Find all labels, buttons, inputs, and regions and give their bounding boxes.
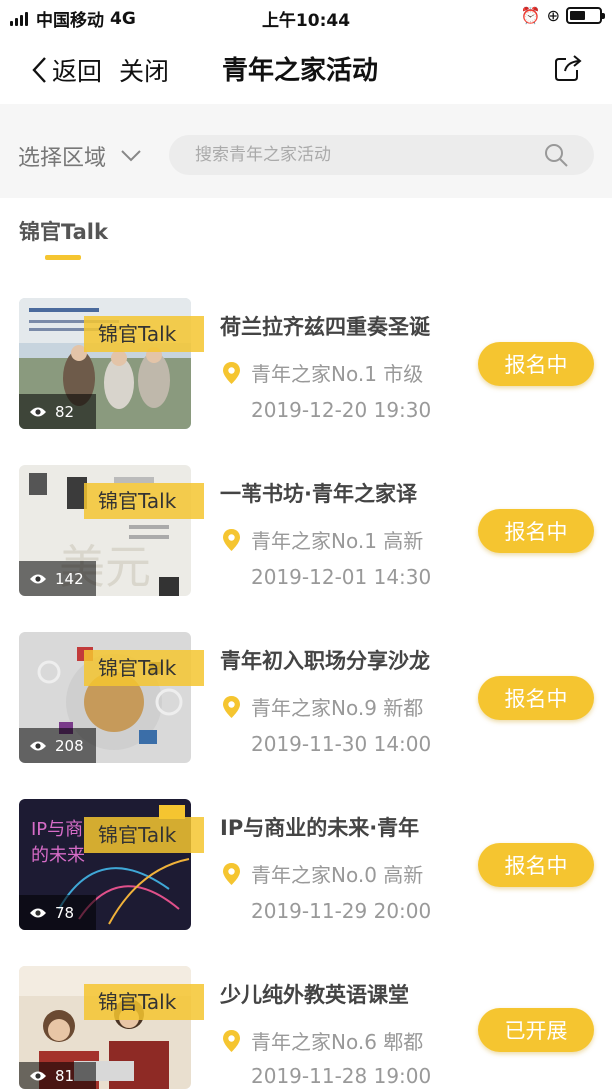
category-tag: 锦官Talk [84, 483, 204, 519]
location-pin-icon [223, 528, 240, 551]
category-tag: 锦官Talk [84, 650, 204, 686]
back-label: 返回 [52, 57, 103, 86]
activity-item[interactable]: 锦官Talk 208 青年初入职场分享沙龙 青年之家No.9 新都 2019-1… [0, 632, 612, 766]
activity-location: 青年之家No.1 市级 [222, 358, 423, 387]
category-tag: 锦官Talk [84, 984, 204, 1020]
search-input[interactable] [169, 135, 594, 175]
view-count-value: 208 [55, 736, 84, 755]
location-label: 青年之家No.6 郫都 [251, 1030, 424, 1054]
svg-text:的未来: 的未来 [31, 845, 85, 866]
activity-title: IP与商业的未来·青年 [220, 816, 420, 840]
search-icon[interactable] [544, 143, 568, 167]
activity-item[interactable]: 锦官Talk 82 荷兰拉齐兹四重奏圣诞 青年之家No.1 市级 2019-12… [0, 298, 612, 432]
tab-underline [45, 255, 81, 260]
activity-item[interactable]: 锦官Talk 81 少儿纯外教英语课堂 青年之家No.6 郫都 2019-11-… [0, 966, 612, 1089]
location-pin-icon [223, 361, 240, 384]
status-right: ⏰ ⊕ [520, 6, 605, 25]
location-pin-icon [223, 695, 240, 718]
view-count: 78 [19, 895, 96, 930]
share-button[interactable] [553, 53, 583, 87]
battery-icon [566, 7, 605, 24]
activity-title: 少儿纯外教英语课堂 [220, 983, 409, 1007]
tab-jinguan-talk[interactable]: 锦官Talk [19, 216, 108, 246]
activity-location: 青年之家No.0 高新 [222, 859, 423, 888]
location-label: 青年之家No.0 高新 [251, 863, 424, 887]
view-count: 82 [19, 394, 96, 429]
signup-button[interactable]: 报名中 [478, 843, 594, 887]
category-tag: 锦官Talk [84, 817, 204, 853]
location-label: 青年之家No.1 高新 [251, 529, 424, 553]
region-selector[interactable]: 选择区域 [18, 140, 142, 172]
back-button[interactable]: 返回 [30, 52, 102, 88]
svg-text:IP与商: IP与商 [31, 819, 83, 840]
location-pin-icon [223, 1029, 240, 1052]
region-label: 选择区域 [18, 146, 107, 171]
status-button[interactable]: 已开展 [478, 1008, 594, 1052]
activity-item[interactable]: 美元 锦官Talk 142 一苇书坊·青年之家译 青年之家No.1 高新 201… [0, 465, 612, 599]
activity-location: 青年之家No.9 新都 [222, 692, 423, 721]
view-count: 208 [19, 728, 96, 763]
status-bar: 中国移动 4G 上午10:44 ⏰ ⊕ [0, 0, 612, 34]
location-label: 青年之家No.1 市级 [251, 362, 424, 386]
close-button[interactable]: 关闭 [119, 52, 169, 88]
location-pin-icon [223, 862, 240, 885]
page-title: 青年之家活动 [222, 56, 379, 86]
view-count: 142 [19, 561, 96, 596]
activity-location: 青年之家No.1 高新 [222, 525, 423, 554]
eye-icon [30, 407, 46, 416]
activity-title: 一苇书坊·青年之家译 [220, 482, 417, 506]
activity-location: 青年之家No.6 郫都 [222, 1026, 423, 1055]
activity-date: 2019-12-01 14:30 [251, 565, 432, 589]
signup-button[interactable]: 报名中 [478, 509, 594, 553]
view-count-value: 78 [55, 903, 75, 922]
alarm-icon: ⏰ [520, 6, 541, 25]
eye-icon [30, 1071, 46, 1080]
activity-date: 2019-11-28 19:00 [251, 1064, 432, 1088]
filter-bar: 选择区域 [0, 104, 612, 198]
view-count: 81 [19, 1062, 96, 1089]
eye-icon [30, 741, 46, 750]
activity-title: 青年初入职场分享沙龙 [220, 649, 430, 673]
signup-button[interactable]: 报名中 [478, 342, 594, 386]
view-count-value: 142 [55, 569, 84, 588]
category-tag: 锦官Talk [84, 316, 204, 352]
activity-item[interactable]: IP与商 的未来 锦官Talk 78 IP与商业的未来·青年 青年之家No.0 … [0, 799, 612, 933]
share-icon [555, 55, 582, 81]
activity-date: 2019-11-30 14:00 [251, 732, 432, 756]
search-box [169, 135, 594, 175]
chevron-left-icon [32, 57, 46, 83]
view-count-value: 82 [55, 402, 75, 421]
activity-title: 荷兰拉齐兹四重奏圣诞 [220, 315, 430, 339]
activity-date: 2019-12-20 19:30 [251, 398, 432, 422]
orientation-lock-icon: ⊕ [546, 6, 560, 25]
eye-icon [30, 908, 46, 917]
view-count-value: 81 [55, 1066, 75, 1085]
nav-bar: 返回 关闭 青年之家活动 [0, 34, 612, 104]
location-label: 青年之家No.9 新都 [251, 696, 424, 720]
chevron-down-icon [121, 150, 141, 162]
eye-icon [30, 574, 46, 583]
signup-button[interactable]: 报名中 [478, 676, 594, 720]
activity-date: 2019-11-29 20:00 [251, 899, 432, 923]
